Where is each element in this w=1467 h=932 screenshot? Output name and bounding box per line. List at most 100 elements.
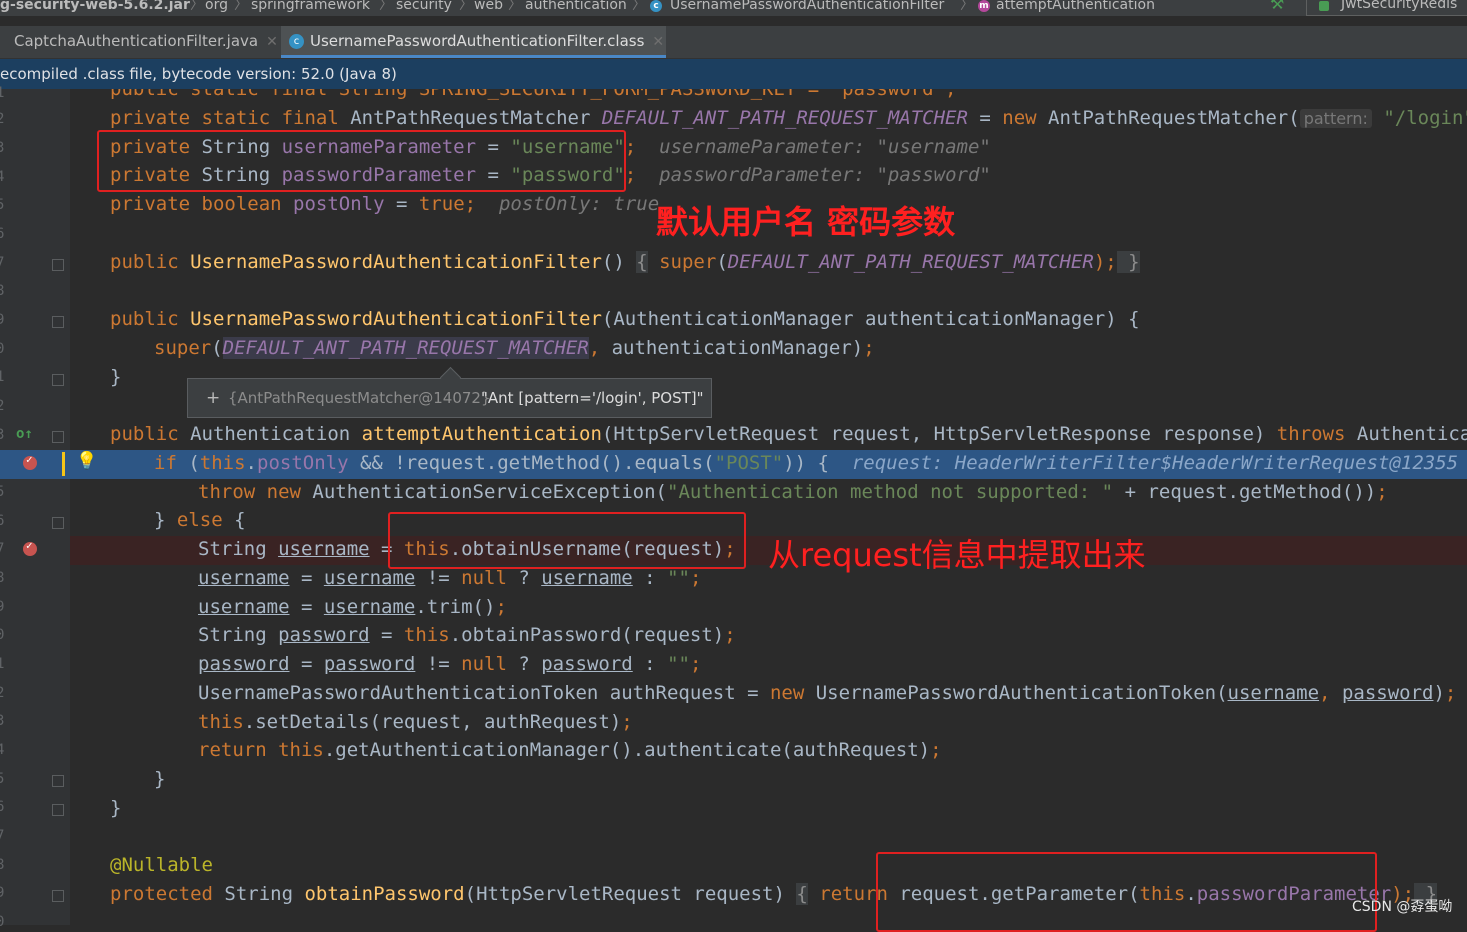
code-token: ? (506, 567, 542, 589)
code-token: username (198, 596, 290, 618)
code-token: != (415, 653, 462, 675)
annotation-note-extract-from-request: 从request信息中提取出来 (768, 536, 1146, 574)
code-token: username (198, 567, 290, 589)
fold-toggle-icon[interactable] (52, 804, 64, 816)
build-hammer-icon[interactable]: ⚒ (1270, 0, 1284, 12)
code-token: ( (188, 452, 200, 474)
code-token: public (110, 423, 191, 445)
line-number: 6 (0, 513, 5, 529)
code-token: password (278, 624, 370, 646)
overrides-method-icon[interactable]: o↑ (16, 426, 33, 442)
code-token: != (415, 567, 462, 589)
fold-toggle-icon[interactable] (52, 775, 64, 787)
breadcrumb-package-web[interactable]: web (474, 0, 503, 12)
breadcrumb-class[interactable]: UsernamePasswordAuthenticationFilter (670, 0, 944, 12)
breadcrumb-separator: 〉 (190, 0, 204, 13)
code-token: DEFAULT_ANT_PATH_REQUEST_MATCHER (727, 251, 1094, 273)
fold-brace[interactable]: { (636, 251, 648, 273)
fold-toggle-icon[interactable] (52, 259, 64, 271)
breadcrumb-package-security[interactable]: security (396, 0, 452, 12)
code-token: username (278, 538, 370, 560)
code-token: ; (624, 164, 637, 186)
tab-label: CaptchaAuthenticationFilter.java (14, 32, 259, 50)
breadcrumb-package-authentication[interactable]: authentication (525, 0, 627, 12)
fold-brace[interactable]: { (796, 883, 808, 905)
code-token: this (278, 739, 324, 761)
code-token: .setDetails(request, authRequest) (243, 711, 622, 733)
code-token: "" (667, 567, 690, 589)
breadcrumb-package-org[interactable]: org (205, 0, 228, 12)
code-token: () (601, 251, 637, 273)
code-token: (HttpServletRequest request) (464, 883, 797, 905)
code-token: this (403, 624, 450, 646)
code-token: "POST" (714, 452, 784, 474)
fold-toggle-icon[interactable] (52, 374, 64, 386)
inline-debug-value: request: HeaderWriterFilter$HeaderWriter… (851, 452, 1459, 474)
code-token: AuthenticationE (1356, 423, 1467, 445)
breadcrumb-separator: 〉 (508, 0, 522, 13)
code-token: null (461, 653, 507, 675)
code-token: = (384, 193, 419, 215)
code-line: private static final AntPathRequestMatch… (110, 104, 1467, 133)
object-value: "Ant [pattern='/login', POST]" (481, 389, 704, 407)
tab-username-password-filter[interactable]: c UsernamePasswordAuthenticationFilter.cl… (281, 26, 666, 58)
line-number: 3 (0, 713, 5, 729)
code-token: super (154, 337, 212, 359)
code-token: ) (1433, 682, 1445, 704)
code-token: username (323, 596, 416, 618)
code-token: = (369, 624, 404, 646)
debug-value-tooltip[interactable]: + {AntPathRequestMatcher@14072} "Ant [pa… (187, 366, 712, 418)
code-token: if (154, 452, 189, 474)
code-token: "" (667, 653, 690, 675)
breadcrumb-package-springframework[interactable]: springframework (251, 0, 370, 12)
spring-boot-icon (1319, 1, 1329, 11)
method-icon: m (978, 0, 990, 12)
code-token: ? (506, 653, 542, 675)
run-configuration-selector[interactable]: JwtSecurityRedis (1306, 0, 1467, 16)
class-file-icon: c (289, 34, 304, 49)
annotation-box-obtain-username (388, 512, 746, 569)
tab-captcha-filter[interactable]: CaptchaAuthenticationFilter.java ✕ (0, 26, 280, 58)
breadcrumb-method[interactable]: attemptAuthentication (996, 0, 1155, 12)
code-line: if (this.postOnly && !request.getMethod(… (154, 449, 1467, 478)
code-token: DEFAULT_ANT_PATH_REQUEST_MATCHER (222, 337, 589, 359)
code-token: ; (621, 711, 633, 733)
fold-brace[interactable]: } (1116, 251, 1140, 273)
code-token: password (198, 653, 290, 675)
close-tab-icon[interactable]: ✕ (652, 34, 664, 50)
code-token: .obtainPassword(request) (449, 624, 725, 646)
code-token: } (110, 366, 122, 388)
breakpoint-icon[interactable] (23, 453, 37, 470)
code-token: ( (211, 337, 223, 359)
code-token: password (323, 653, 416, 675)
line-number: 5 (0, 484, 5, 500)
code-line: public static final String SPRING_SECURI… (110, 89, 956, 104)
code-line: private boolean postOnly = true; postOnl… (110, 190, 659, 219)
close-tab-icon[interactable]: ✕ (266, 34, 278, 50)
fold-toggle-icon[interactable] (52, 890, 64, 902)
code-token: username (323, 567, 416, 589)
code-token: Authentication (190, 423, 362, 445)
code-line: UsernamePasswordAuthenticationToken auth… (198, 679, 1456, 708)
code-token: else (176, 509, 235, 531)
code-token: private boolean (110, 193, 294, 215)
breadcrumb-separator: 〉 (960, 0, 974, 13)
code-line: this.setDetails(request, authRequest); (198, 708, 633, 737)
breakpoint-icon[interactable] (23, 539, 37, 556)
code-token: return (198, 739, 279, 761)
code-line: return this.getAuthenticationManager().a… (198, 736, 942, 765)
fold-toggle-icon[interactable] (52, 517, 64, 529)
decompiled-info-banner: ecompiled .class file, bytecode version:… (0, 59, 1467, 89)
code-token: .getAuthenticationManager().authenticate… (323, 739, 931, 761)
code-token: ; (1376, 481, 1388, 503)
code-line: } else { (154, 506, 246, 535)
line-number: 8 (0, 857, 5, 873)
parameter-hint: pattern: (1299, 109, 1372, 128)
code-token: ; (1444, 682, 1457, 704)
code-token: null (461, 567, 507, 589)
fold-toggle-icon[interactable] (52, 316, 64, 328)
fold-toggle-icon[interactable] (52, 431, 64, 443)
breadcrumb-jar[interactable]: g-security-web-5.6.2.jar (0, 0, 190, 12)
expand-plus-icon[interactable]: + (206, 379, 220, 417)
line-number: 0 (0, 341, 5, 357)
